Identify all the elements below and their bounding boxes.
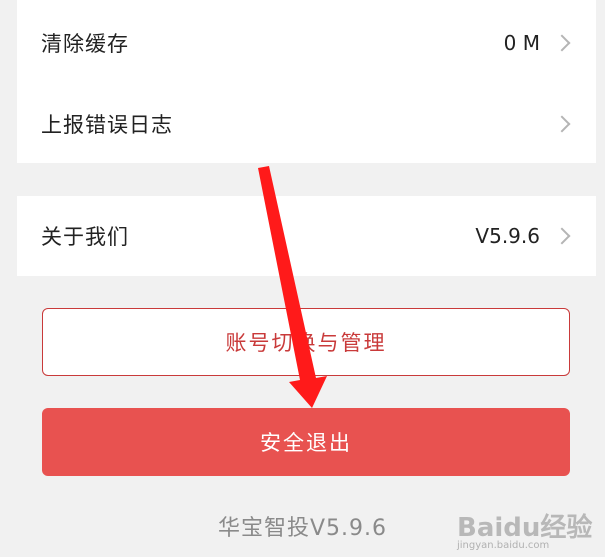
settings-group-storage: 清除缓存 0 M 上报错误日志 [17, 0, 596, 163]
report-errors-label: 上报错误日志 [41, 113, 173, 137]
baidu-jingyan-watermark: Baidu经验 jingyan.baidu.com [457, 507, 597, 551]
switch-account-button[interactable]: 账号切换与管理 [42, 308, 570, 376]
about-us-row[interactable]: 关于我们 V5.9.6 [17, 196, 596, 276]
report-errors-row[interactable]: 上报错误日志 [17, 84, 596, 164]
watermark-brand: Baidu经验 [457, 513, 593, 543]
logout-button[interactable]: 安全退出 [42, 408, 570, 476]
settings-page: 清除缓存 0 M 上报错误日志 关于我们 V5.9.6 账号切换与管理 安全退出… [0, 0, 605, 557]
clear-cache-row[interactable]: 清除缓存 0 M [17, 3, 596, 83]
chevron-right-icon [553, 34, 571, 52]
chevron-right-icon [553, 227, 571, 245]
clear-cache-label: 清除缓存 [41, 32, 129, 56]
chevron-right-icon [553, 115, 571, 133]
settings-group-about: 关于我们 V5.9.6 [17, 196, 596, 276]
app-version-value: V5.9.6 [475, 224, 540, 248]
cache-size-value: 0 M [503, 31, 540, 55]
watermark-url: jingyan.baidu.com [457, 540, 550, 551]
about-us-label: 关于我们 [41, 225, 129, 249]
